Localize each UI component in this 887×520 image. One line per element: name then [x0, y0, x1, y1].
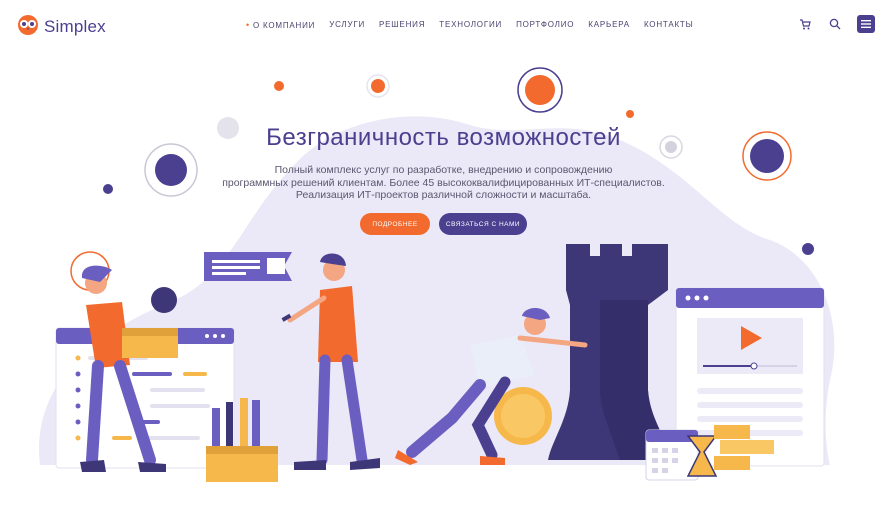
nav-item-technologies[interactable]: ТЕХНОЛОГИИ	[439, 20, 502, 30]
search-icon[interactable]	[827, 16, 843, 32]
owl-logo-icon	[16, 13, 40, 40]
hero-description-line: программных решений клиентам. Более 45 в…	[222, 176, 665, 189]
nav-item-services[interactable]: УСЛУГИ	[329, 20, 365, 30]
nav-item-career[interactable]: КАРЬЕРА	[588, 20, 630, 30]
cart-icon[interactable]	[797, 16, 813, 32]
brand-logo[interactable]: Simplex	[16, 13, 106, 40]
hero-description-line: Полный комплекс услуг по разработке, вне…	[274, 164, 613, 176]
menu-icon[interactable]	[857, 15, 875, 33]
hero-buttons: ПОДРОБНЕЕ СВЯЗАТЬСЯ С НАМИ	[0, 213, 887, 235]
hero-title: Безграничность возможностей	[266, 124, 621, 151]
hero-description-line: Реализация ИТ-проектов различной сложнос…	[295, 189, 592, 201]
nav-item-contacts[interactable]: КОНТАКТЫ	[644, 20, 694, 30]
contact-us-button[interactable]: СВЯЗАТЬСЯ С НАМИ	[439, 213, 527, 235]
hero-description: Полный комплекс услуг по разработке, вне…	[200, 164, 687, 202]
main-nav: О КОМПАНИИ УСЛУГИ РЕШЕНИЯ ТЕХНОЛОГИИ ПОР…	[246, 20, 708, 30]
chat-bubble	[204, 252, 292, 281]
site-header: Simplex О КОМПАНИИ УСЛУГИ РЕШЕНИЯ ТЕХНОЛ…	[0, 0, 887, 52]
header-actions	[797, 15, 875, 33]
nav-item-portfolio[interactable]: ПОРТФОЛИО	[516, 20, 574, 30]
hero-illustration	[39, 67, 835, 482]
nav-item-solutions[interactable]: РЕШЕНИЯ	[379, 20, 425, 30]
brand-name: Simplex	[44, 16, 106, 36]
details-button[interactable]: ПОДРОБНЕЕ	[360, 213, 430, 235]
nav-item-about[interactable]: О КОМПАНИИ	[246, 20, 315, 30]
